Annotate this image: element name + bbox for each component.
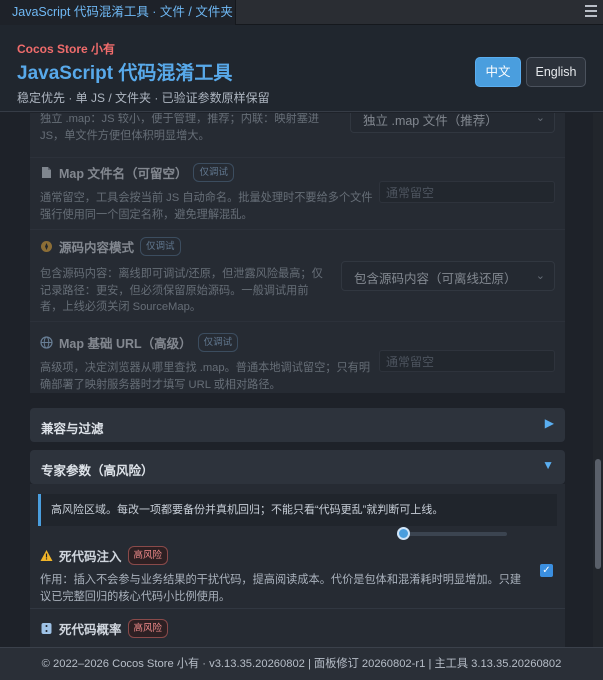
section-expert-title: 专家参数（高风险） <box>41 464 154 478</box>
globe-icon <box>40 336 53 349</box>
page-subtitle: 稳定优先 · 单 JS / 文件夹 · 已验证参数原样保留 <box>17 91 270 105</box>
page-title: JavaScript 代码混淆工具 <box>17 63 233 84</box>
map-base-url-input[interactable]: 通常留空 <box>379 350 555 372</box>
language-english-button[interactable]: English <box>526 57 586 87</box>
dice-icon <box>41 623 52 634</box>
source-content-description: 包含源码内容：离线即可调试/还原，但泄露风险最高；仅记录路径：更安，但必须保留原… <box>40 268 323 313</box>
map-base-url-row: Map 基础 URL（高级） 仅调试 高级项，决定浏览器从哪里查找 .map。普… <box>30 322 565 397</box>
source-content-title: 源码内容模式 <box>59 241 135 255</box>
file-icon <box>42 167 51 178</box>
map-filename-title: Map 文件名（可留空） <box>59 167 188 181</box>
collapse-arrow-icon: ▼ <box>542 458 554 472</box>
scrollbar-thumb[interactable] <box>595 459 601 569</box>
dead-code-description: 作用：插入不会参与业务结果的干扰代码，提高阅读成本。代价是包体和混淆耗时明显增加… <box>40 574 522 603</box>
high-risk-alert: 高风险区域。每改一项都要备份并真机回归；不能只看“代码更乱”就判断可上线。 <box>38 494 557 526</box>
chevron-down-icon: ⌄ <box>535 270 545 282</box>
language-chinese-button[interactable]: 中文 <box>475 57 521 87</box>
dead-code-checkbox[interactable]: ✓ <box>540 564 553 577</box>
map-base-url-title: Map 基础 URL（高级） <box>59 337 192 351</box>
high-risk-badge: 高风险 <box>127 546 169 565</box>
dead-code-threshold-label: 死代码概率 高风险 <box>40 619 169 638</box>
title-bar: JavaScript 代码混淆工具 · 文件 / 文件夹 <box>0 0 603 25</box>
dead-code-label: 死代码注入 高风险 <box>40 546 169 565</box>
footer: © 2022–2026 Cocos Store 小有 · v3.13.35.20… <box>0 647 603 680</box>
map-filename-row: Map 文件名（可留空） 仅调试 通常留空，工具会按当前 JS 自动命名。批量处… <box>30 158 565 230</box>
sourcemap-mode-description: 独立 .map：JS 较小，便于管理，推荐；内联：映射塞进 JS，单文件方便但体… <box>40 113 320 142</box>
dead-code-threshold-title: 死代码概率 <box>59 623 122 637</box>
menu-icon[interactable] <box>585 5 597 19</box>
source-content-row: 源码内容模式 仅调试 包含源码内容：离线即可调试/还原，但泄露风险最高；仅记录路… <box>30 230 565 322</box>
debug-only-badge: 仅调试 <box>197 333 239 352</box>
high-risk-badge: 高风险 <box>127 619 169 638</box>
dead-code-row: 死代码注入 高风险 作用：插入不会参与业务结果的干扰代码，提高阅读成本。代价是包… <box>30 536 565 609</box>
slider-knob[interactable] <box>397 527 410 540</box>
map-base-url-description: 高级项，决定浏览器从哪里查找 .map。普通本地调试留空；只有明确部署了映射服务… <box>40 362 371 391</box>
map-filename-description: 通常留空，工具会按当前 JS 自动命名。批量处理时不要给多个文件强行使用同一个固… <box>40 192 373 221</box>
map-base-url-label: Map 基础 URL（高级） 仅调试 <box>40 333 239 352</box>
source-content-select[interactable]: 包含源码内容（可离线还原） ⌄ <box>341 261 555 291</box>
dead-code-title: 死代码注入 <box>59 550 122 564</box>
sourcemap-mode-row: 独立 .map：JS 较小，便于管理，推荐；内联：映射塞进 JS，单文件方便但体… <box>30 113 565 158</box>
settings-panel: 独立 .map：JS 较小，便于管理，推荐；内联：映射塞进 JS，单文件方便但体… <box>0 113 603 647</box>
expand-arrow-icon: ▶ <box>544 416 554 430</box>
tab-active[interactable]: JavaScript 代码混淆工具 · 文件 / 文件夹 <box>0 0 236 25</box>
source-content-label: 源码内容模式 仅调试 <box>40 237 181 256</box>
dead-code-threshold-row: 死代码概率 高风险 <box>30 609 565 647</box>
compass-icon <box>41 241 52 252</box>
map-filename-input[interactable]: 通常留空 <box>379 181 555 203</box>
debug-only-badge: 仅调试 <box>140 237 181 256</box>
section-expert-params[interactable]: 专家参数（高风险） ▼ <box>30 450 565 484</box>
section-compat-title: 兼容与过滤 <box>41 422 104 436</box>
warning-icon <box>40 550 53 561</box>
section-compat-filter[interactable]: 兼容与过滤 ▶ <box>30 408 565 442</box>
debug-only-badge: 仅调试 <box>193 163 234 182</box>
sourcemap-mode-select[interactable]: 独立 .map 文件（推荐） ⌄ <box>350 113 555 133</box>
app-header: Cocos Store 小有 JavaScript 代码混淆工具 稳定优先 · … <box>0 25 603 112</box>
scrollbar[interactable] <box>593 113 603 647</box>
dead-code-threshold-slider[interactable] <box>397 527 507 540</box>
sourcemap-mode-select-value: 独立 .map 文件（推荐） <box>363 114 498 128</box>
map-filename-label: Map 文件名（可留空） 仅调试 <box>40 163 234 182</box>
chevron-down-icon: ⌄ <box>535 113 545 124</box>
source-content-select-value: 包含源码内容（可离线还原） <box>354 272 517 286</box>
brand-name: Cocos Store 小有 <box>17 42 116 56</box>
